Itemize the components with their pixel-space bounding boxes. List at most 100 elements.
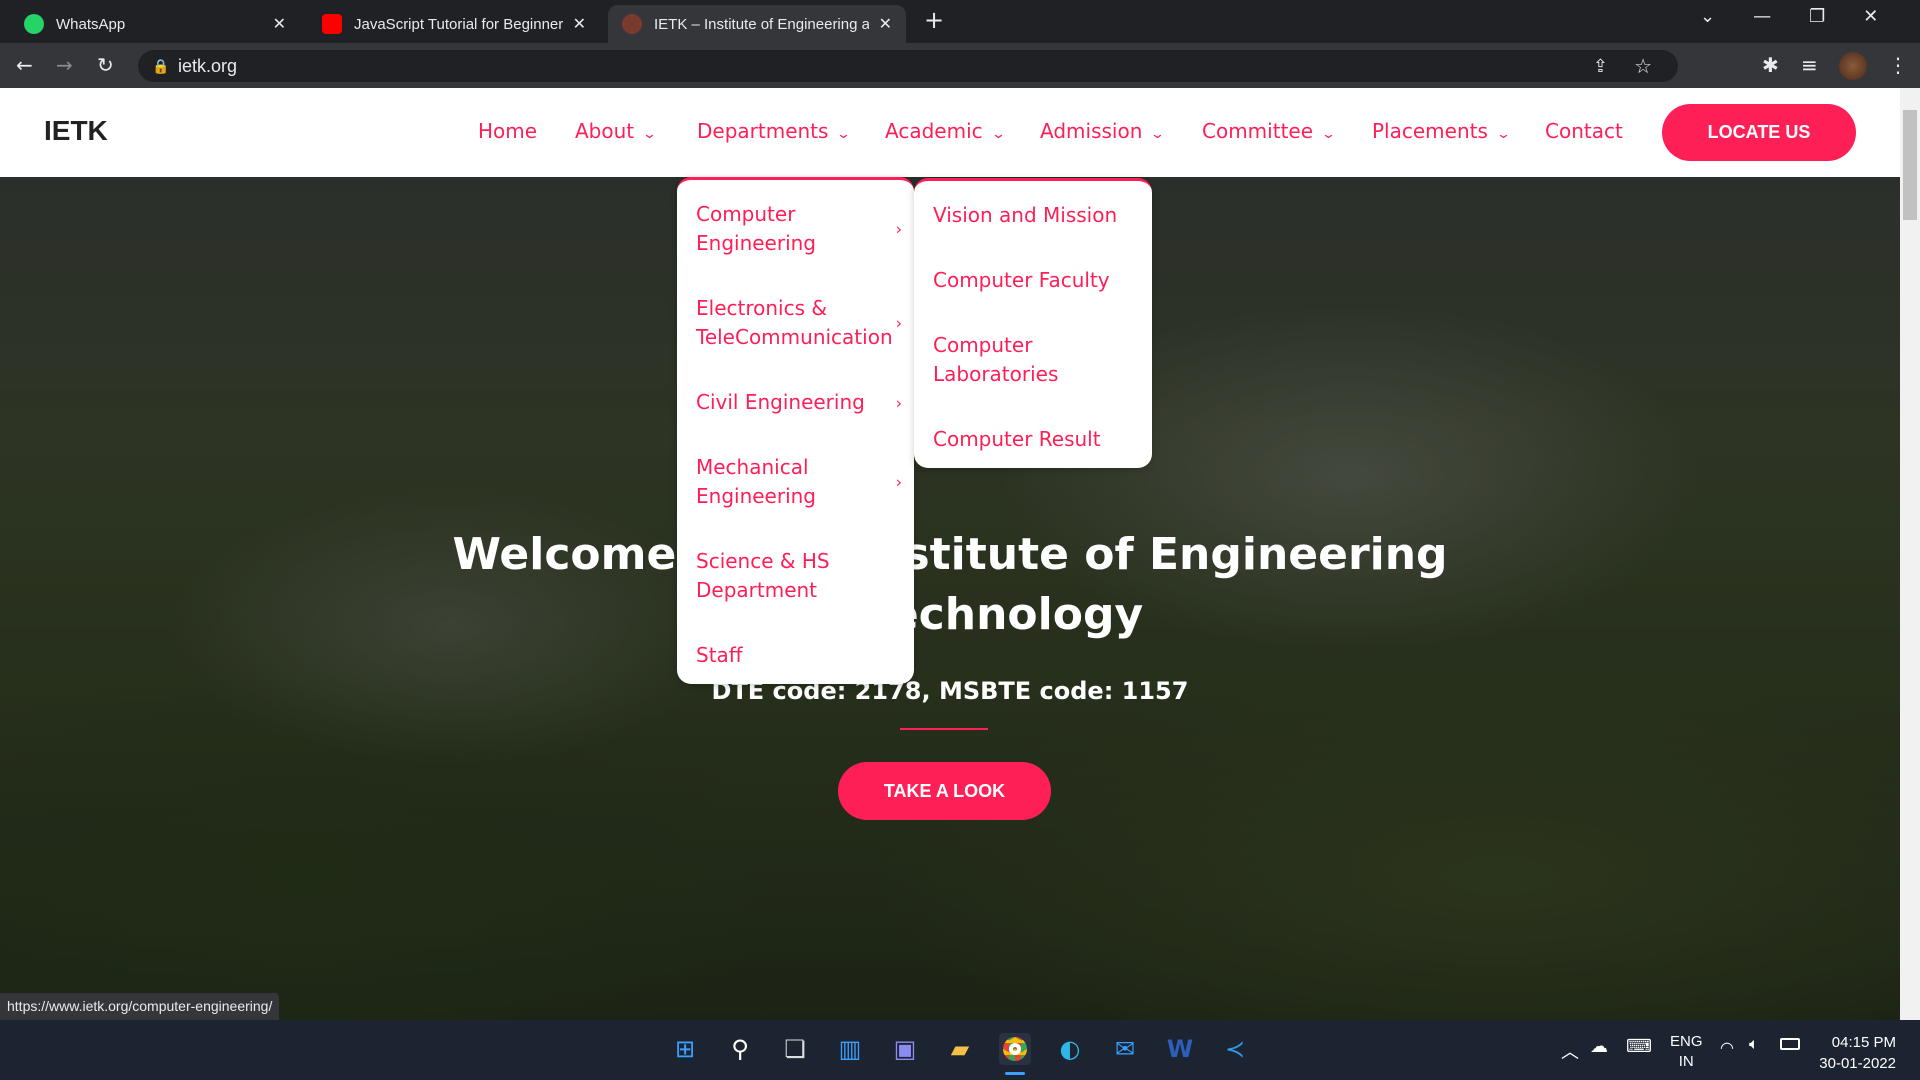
dept-menu-item[interactable]: Computer Engineering › — [677, 182, 914, 276]
onedrive-icon[interactable]: ☁ — [1590, 1036, 1608, 1057]
bookmark-star-icon[interactable]: ☆ — [1634, 54, 1652, 79]
nav-home[interactable]: Home — [478, 119, 537, 143]
close-tab-icon[interactable]: ✕ — [879, 14, 892, 34]
reload-icon[interactable]: ↻ — [97, 53, 114, 77]
clock[interactable]: 04:15 PM 30-01-2022 — [1810, 1032, 1896, 1074]
search-icon[interactable]: ⚲ — [724, 1033, 756, 1065]
locate-us-button[interactable]: LOCATE US — [1662, 104, 1856, 161]
dept-menu-item[interactable]: Mechanical Engineering › — [677, 435, 914, 529]
close-window-icon[interactable]: ✕ — [1863, 6, 1878, 27]
dept-menu-item[interactable]: Electronics & TeleCommunication › — [677, 276, 914, 370]
wifi-icon[interactable]: ◠ — [1720, 1038, 1734, 1058]
nav-label: Placements — [1372, 119, 1488, 143]
submenu-item[interactable]: Computer Laboratories — [914, 313, 1152, 407]
hero-codes: DTE code: 2178, MSBTE code: 1157 — [711, 677, 1189, 705]
ietk-favicon — [622, 14, 642, 34]
widgets-icon[interactable]: ▥ — [834, 1033, 866, 1065]
active-app-indicator — [1005, 1072, 1025, 1075]
dept-menu-item[interactable]: Civil Engineering › — [677, 370, 914, 435]
tab-search-icon[interactable]: ⌄ — [1700, 6, 1715, 27]
vscode-icon[interactable]: ≺ — [1219, 1033, 1251, 1065]
youtube-icon — [322, 14, 342, 34]
dept-menu-item[interactable]: Science & HS Department — [677, 529, 914, 623]
status-bar-url: https://www.ietk.org/computer-engineerin… — [0, 993, 280, 1020]
chevron-down-icon: ⌄ — [1495, 127, 1511, 142]
tab-title: IETK – Institute of Engineering an — [654, 15, 869, 33]
menu-item-label: Computer Engineering — [696, 202, 816, 255]
chevron-right-icon: › — [895, 313, 902, 333]
submenu-item[interactable]: Computer Result — [914, 407, 1152, 472]
hero-title-line2: and Technology — [756, 589, 1144, 640]
language-indicator[interactable]: ENG IN — [1670, 1032, 1703, 1072]
date-text: 30-01-2022 — [1819, 1055, 1896, 1072]
computer-engineering-submenu: Vision and Mission Computer Faculty Comput… — [914, 178, 1152, 468]
region-text: IN — [1678, 1053, 1694, 1070]
scrollbar[interactable] — [1900, 88, 1920, 1020]
edge-icon[interactable]: ◐ — [1054, 1033, 1086, 1065]
take-a-look-button[interactable]: TAKE A LOOK — [838, 762, 1051, 820]
chevron-right-icon: › — [895, 393, 902, 412]
menu-item-label: Electronics & TeleCommunication — [696, 296, 893, 349]
tab-title: JavaScript Tutorial for Beginners: — [354, 15, 563, 33]
tab-title: WhatsApp — [56, 15, 126, 33]
dept-menu-item[interactable]: Staff — [677, 623, 914, 688]
menu-item-label: Civil Engineering — [696, 390, 865, 414]
show-hidden-icons[interactable]: ︿ — [1561, 1038, 1579, 1064]
scrollbar-thumb[interactable] — [1903, 110, 1917, 220]
nav-committee[interactable]: Committee ⌄ — [1202, 119, 1336, 143]
lock-icon: 🔒 — [152, 57, 170, 74]
browser-tab[interactable]: WhatsApp ✕ — [10, 5, 300, 43]
taskbar-indicators — [1210, 1073, 1290, 1076]
nav-departments[interactable]: Departments ⌄ — [697, 119, 852, 143]
new-tab-button[interactable]: + — [924, 6, 944, 34]
minimize-icon[interactable]: — — [1753, 6, 1771, 27]
nav-label: Home — [478, 119, 538, 143]
chevron-down-icon: ⌄ — [990, 127, 1006, 142]
menu-item-label: Mechanical Engineering — [696, 455, 816, 508]
url-text: ietk.org — [178, 55, 238, 76]
whatsapp-icon — [24, 14, 44, 34]
file-explorer-icon[interactable]: ▰ — [944, 1033, 976, 1065]
submenu-item[interactable]: Computer Faculty — [914, 248, 1152, 313]
nav-label: Departments — [697, 119, 829, 143]
keyboard-icon[interactable]: ⌨ — [1626, 1036, 1652, 1057]
nav-placements[interactable]: Placements ⌄ — [1372, 119, 1511, 143]
nav-label: About — [575, 119, 635, 143]
menu-item-label: Science & HS Department — [696, 549, 830, 602]
extensions-icon[interactable]: ✱ — [1762, 53, 1779, 77]
hero-title-line1: Welcome to the Institute of Engineering — [452, 529, 1448, 580]
browser-tab[interactable]: JavaScript Tutorial for Beginners: ✕ — [308, 5, 600, 43]
share-icon[interactable]: ⇪ — [1593, 56, 1608, 77]
nav-admission[interactable]: Admission ⌄ — [1040, 119, 1166, 143]
media-control-icon[interactable]: ≡ — [1801, 53, 1818, 77]
word-icon[interactable]: W — [1164, 1033, 1196, 1065]
close-tab-icon[interactable]: ✕ — [273, 14, 286, 34]
browser-tab[interactable]: IETK – Institute of Engineering an ✕ — [608, 5, 906, 43]
site-logo[interactable]: IETK — [44, 115, 108, 147]
forward-icon[interactable]: → — [56, 53, 73, 77]
hero-divider — [900, 728, 988, 730]
address-bar[interactable]: 🔒 ietk.org ⇪ ☆ — [138, 50, 1678, 82]
nav-contact[interactable]: Contact — [1545, 119, 1623, 143]
teams-chat-icon[interactable]: ▣ — [889, 1033, 921, 1065]
restore-icon[interactable]: ❐ — [1809, 6, 1825, 27]
profile-avatar[interactable] — [1839, 52, 1867, 80]
chrome-menu-icon[interactable]: ⋮ — [1888, 53, 1908, 77]
back-icon[interactable]: ← — [16, 53, 33, 77]
chrome-icon[interactable] — [999, 1033, 1031, 1065]
chevron-right-icon: › — [895, 472, 902, 492]
nav-label: Committee — [1202, 119, 1314, 143]
time-text: 04:15 PM — [1831, 1034, 1896, 1051]
nav-academic[interactable]: Academic ⌄ — [885, 119, 1006, 143]
mail-icon[interactable]: ✉ — [1109, 1033, 1141, 1065]
volume-icon[interactable]: 🔈︎ — [1749, 1036, 1759, 1054]
nav-about[interactable]: About ⌄ — [575, 119, 657, 143]
chevron-down-icon: ⌄ — [1150, 127, 1166, 142]
start-icon[interactable]: ⊞ — [669, 1033, 701, 1065]
battery-icon[interactable] — [1780, 1038, 1800, 1050]
submenu-item[interactable]: Vision and Mission — [914, 183, 1152, 248]
close-tab-icon[interactable]: ✕ — [573, 14, 586, 34]
nav-label: Contact — [1545, 119, 1623, 143]
task-view-icon[interactable]: ❏ — [779, 1033, 811, 1065]
nav-label: Academic — [885, 119, 983, 143]
